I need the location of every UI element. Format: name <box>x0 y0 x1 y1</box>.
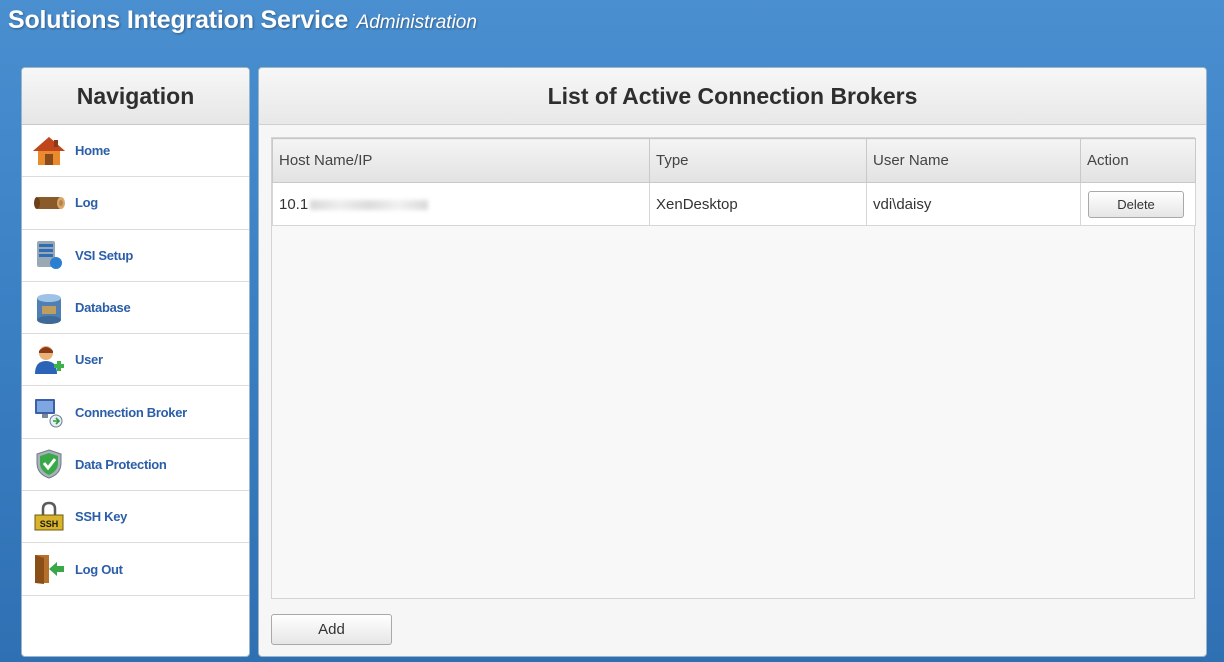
column-header-type[interactable]: Type <box>649 138 867 183</box>
nav-item-home-label: Home <box>75 143 110 159</box>
nav-item-vsi-setup[interactable]: VSI Setup <box>22 230 249 282</box>
nav-item-ssh-key[interactable]: SSH SSH Key <box>22 491 249 544</box>
table-row[interactable]: 10.1 XenDesktop vdi\daisy Delete <box>272 182 1196 226</box>
svg-text:SSH: SSH <box>40 519 59 529</box>
brokers-table: Host Name/IP Type User Name Action 10.1 … <box>272 138 1196 226</box>
cell-user: vdi\daisy <box>866 182 1081 226</box>
cell-action: Delete <box>1080 182 1196 226</box>
nav-item-vsi-setup-label: VSI Setup <box>75 247 133 263</box>
nav-item-user[interactable]: User <box>22 334 249 387</box>
brokers-grid: Host Name/IP Type User Name Action 10.1 … <box>271 137 1196 599</box>
nav-item-log-out[interactable]: Log Out <box>22 543 249 596</box>
nav-item-user-label: User <box>75 352 103 368</box>
app-subtitle: Administration <box>356 12 477 33</box>
app-title: Solutions Integration Service <box>8 6 349 34</box>
shield-check-icon <box>32 447 66 481</box>
table-header-row: Host Name/IP Type User Name Action <box>272 138 1196 183</box>
vsi-setup-icon <box>32 238 66 272</box>
cell-host: 10.1 <box>272 182 650 226</box>
nav-item-log-label: Log <box>75 195 98 211</box>
redacted-host-blur <box>310 199 429 210</box>
nav-item-log-out-label: Log Out <box>75 561 123 577</box>
logout-door-icon <box>32 552 66 586</box>
navigation-heading: Navigation <box>22 68 249 125</box>
connection-broker-icon <box>32 395 66 429</box>
add-button[interactable]: Add <box>271 614 392 645</box>
nav-item-data-protection[interactable]: Data Protection <box>22 439 249 492</box>
nav-item-ssh-key-label: SSH Key <box>75 509 128 525</box>
home-icon <box>32 134 66 168</box>
page-title: List of Active Connection Brokers <box>259 68 1206 125</box>
column-header-action[interactable]: Action <box>1080 138 1196 183</box>
nav-item-connection-broker[interactable]: Connection Broker <box>22 386 249 439</box>
host-value: 10.1 <box>279 195 309 213</box>
ssh-lock-icon: SSH <box>32 500 66 534</box>
nav-item-log[interactable]: Log <box>22 177 249 230</box>
nav-item-data-protection-label: Data Protection <box>75 456 167 472</box>
database-icon <box>32 291 66 325</box>
nav-item-database-label: Database <box>75 300 131 316</box>
column-header-user[interactable]: User Name <box>866 138 1081 183</box>
main-panel: List of Active Connection Brokers Host N… <box>258 67 1207 657</box>
delete-button[interactable]: Delete <box>1088 190 1184 218</box>
user-icon <box>32 343 66 377</box>
nav-item-database[interactable]: Database <box>22 282 249 335</box>
log-icon <box>32 186 66 220</box>
column-header-host[interactable]: Host Name/IP <box>272 138 650 183</box>
app-header: Solutions Integration Service Administra… <box>0 0 1224 50</box>
nav-item-home[interactable]: Home <box>22 125 249 178</box>
cell-type: XenDesktop <box>649 182 867 226</box>
nav-item-connection-broker-label: Connection Broker <box>75 404 187 420</box>
navigation-sidebar: Navigation Home Log VSI Setup Database U… <box>21 67 250 657</box>
